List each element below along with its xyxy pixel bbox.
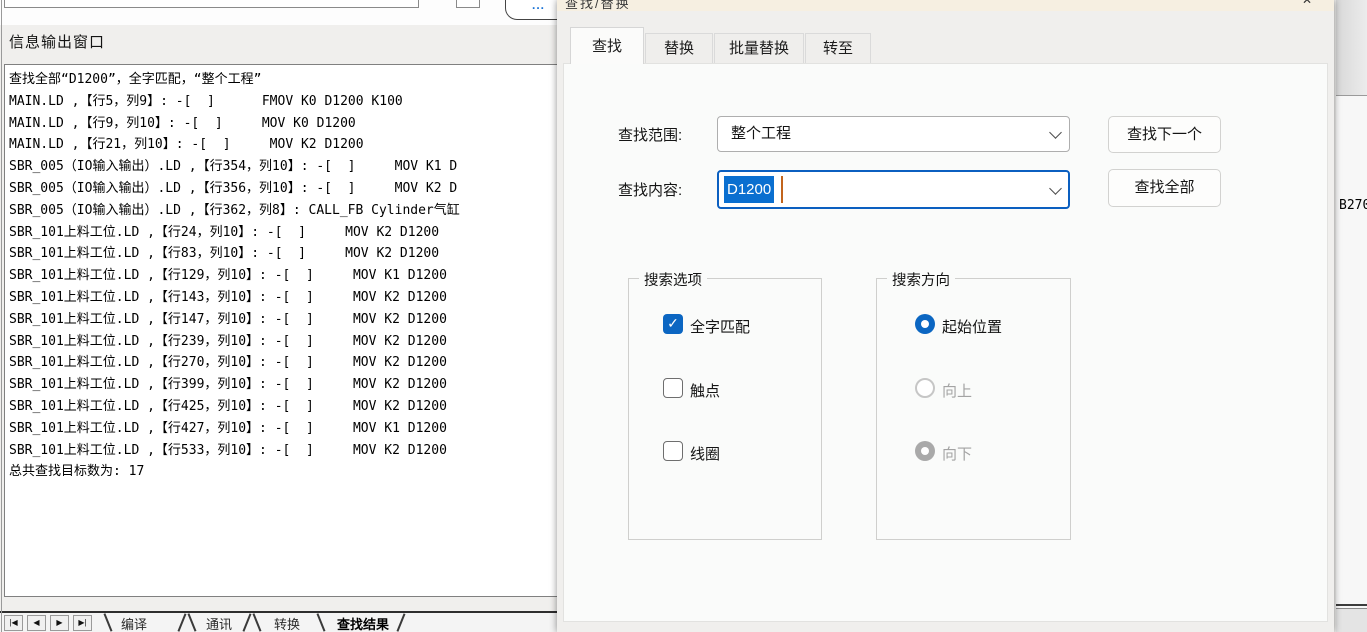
- tab-edge: [177, 613, 186, 631]
- panel-border: [1, 0, 2, 632]
- ladder-label-fragment: B270: [1339, 198, 1367, 213]
- find-content-input[interactable]: D1200: [717, 170, 1070, 209]
- background-statusbar: [1336, 609, 1367, 632]
- info-output-panel: ... 信息输出窗口 查找全部“D1200”，全字匹配，“整个工程” MAIN.…: [0, 0, 557, 632]
- search-down-label: 向下: [942, 443, 972, 464]
- tab-edge: [103, 613, 112, 631]
- list-item[interactable]: MAIN.LD ,【行5，列9】: -[ ] FMOV K0 D1200 K10…: [9, 91, 557, 113]
- find-scope-value: 整个工程: [718, 117, 1069, 151]
- dialog-titlebar[interactable]: 查找/替换 ✕: [557, 0, 1334, 11]
- tab-comm[interactable]: 通讯: [206, 614, 232, 632]
- start-position-radio[interactable]: [915, 314, 935, 334]
- divider: [1336, 95, 1367, 96]
- contact-checkbox[interactable]: [663, 378, 683, 398]
- first-page-button[interactable]: |◀: [4, 615, 23, 631]
- find-all-button[interactable]: 查找全部: [1108, 169, 1221, 207]
- toolbar-button-fragment[interactable]: [456, 0, 480, 8]
- background-editor-strip: B270: [1336, 0, 1367, 632]
- background-toolbar: [1336, 0, 1367, 95]
- list-item[interactable]: 总共查找目标数为: 17: [9, 461, 557, 483]
- tab-edge: [252, 613, 261, 631]
- list-item[interactable]: SBR_101上料工位.LD ,【行143，列10】: -[ ] MOV K2 …: [9, 287, 557, 309]
- last-page-button[interactable]: ▶|: [73, 615, 92, 631]
- search-up-label: 向上: [942, 380, 972, 401]
- list-item[interactable]: SBR_101上料工位.LD ,【行533，列10】: -[ ] MOV K2 …: [9, 440, 557, 462]
- list-item[interactable]: 查找全部“D1200”，全字匹配，“整个工程”: [9, 69, 557, 91]
- find-replace-dialog: 查找/替换 ✕ 查找 替换 批量替换 转至 查找范围: 整个工程 查找下一个 查…: [557, 0, 1334, 632]
- list-item[interactable]: SBR_101上料工位.LD ,【行399，列10】: -[ ] MOV K2 …: [9, 374, 557, 396]
- list-item[interactable]: MAIN.LD ,【行21，列10】: -[ ] MOV K2 D1200: [9, 134, 557, 156]
- list-item[interactable]: SBR_101上料工位.LD ,【行147，列10】: -[ ] MOV K2 …: [9, 309, 557, 331]
- text-caret: [781, 176, 783, 203]
- find-content-label: 查找内容:: [618, 179, 682, 200]
- search-options-title: 搜索选项: [639, 269, 707, 290]
- tab-convert[interactable]: 转换: [274, 614, 300, 632]
- find-scope-select[interactable]: 整个工程: [717, 116, 1070, 152]
- search-up-radio: [915, 378, 935, 398]
- tab-batch-replace[interactable]: 批量替换: [714, 33, 804, 64]
- coil-label: 线圈: [690, 443, 720, 464]
- tab-replace[interactable]: 替换: [645, 33, 713, 64]
- list-item[interactable]: SBR_101上料工位.LD ,【行129，列10】: -[ ] MOV K1 …: [9, 265, 557, 287]
- find-tab-panel: 查找范围: 整个工程 查找下一个 查找内容: D1200 查找全部 搜索选项 ✓…: [563, 63, 1328, 622]
- next-page-button[interactable]: ▶: [50, 615, 69, 631]
- tab-edge: [187, 613, 196, 631]
- search-down-radio: [915, 441, 935, 461]
- prev-page-button[interactable]: ◀: [27, 615, 46, 631]
- close-icon[interactable]: ✕: [1302, 0, 1312, 7]
- ellipsis-icon: ...: [532, 0, 545, 12]
- tab-edge: [242, 613, 251, 631]
- list-item[interactable]: MAIN.LD ,【行9，列10】: -[ ] MOV K0 D1200: [9, 113, 557, 135]
- list-item[interactable]: SBR_005（IO输入输出）.LD ,【行362，列8】: CALL_FB C…: [9, 200, 557, 222]
- search-direction-group: 搜索方向 起始位置 向上 向下: [876, 278, 1071, 540]
- toolbar-input-fragment[interactable]: [4, 0, 419, 8]
- tab-goto[interactable]: 转至: [805, 33, 871, 64]
- list-item[interactable]: SBR_005（IO输入输出）.LD ,【行356，列10】: -[ ] MOV…: [9, 178, 557, 200]
- output-tab-bar: |◀ ◀ ▶ ▶| 编译 通讯 转换 查找结果: [0, 613, 557, 632]
- list-item[interactable]: SBR_005（IO输入输出）.LD ,【行354，列10】: -[ ] MOV…: [9, 156, 557, 178]
- tab-edge: [316, 613, 325, 631]
- panel-title: 信息输出窗口: [9, 31, 105, 52]
- list-item[interactable]: SBR_101上料工位.LD ,【行427，列10】: -[ ] MOV K1 …: [9, 418, 557, 440]
- tab-compile[interactable]: 编译: [121, 614, 147, 632]
- start-position-label: 起始位置: [942, 316, 1002, 337]
- output-list[interactable]: 查找全部“D1200”，全字匹配，“整个工程” MAIN.LD ,【行5，列9】…: [4, 64, 557, 597]
- list-item[interactable]: SBR_101上料工位.LD ,【行83，列10】: -[ ] MOV K2 D…: [9, 243, 557, 265]
- tab-edge: [396, 613, 405, 631]
- whole-word-label: 全字匹配: [690, 316, 750, 337]
- output-lines: 查找全部“D1200”，全字匹配，“整个工程” MAIN.LD ,【行5，列9】…: [9, 69, 557, 483]
- search-options-group: 搜索选项 ✓ 全字匹配 触点 线圈: [628, 278, 822, 540]
- dialog-title: 查找/替换: [565, 0, 631, 11]
- search-direction-title: 搜索方向: [887, 269, 955, 290]
- selected-text: D1200: [724, 176, 774, 203]
- list-item[interactable]: SBR_101上料工位.LD ,【行270，列10】: -[ ] MOV K2 …: [9, 352, 557, 374]
- whole-word-checkbox[interactable]: ✓: [663, 314, 683, 334]
- chevron-down-icon: [1049, 182, 1062, 195]
- tab-find-results[interactable]: 查找结果: [337, 614, 389, 632]
- list-item[interactable]: SBR_101上料工位.LD ,【行425，列10】: -[ ] MOV K2 …: [9, 396, 557, 418]
- divider: [1336, 604, 1367, 606]
- find-scope-label: 查找范围:: [618, 124, 682, 145]
- contact-label: 触点: [690, 380, 720, 401]
- tab-find[interactable]: 查找: [570, 27, 644, 64]
- coil-checkbox[interactable]: [663, 441, 683, 461]
- toolbar-fragment: ...: [0, 0, 557, 25]
- list-item[interactable]: SBR_101上料工位.LD ,【行239，列10】: -[ ] MOV K2 …: [9, 331, 557, 353]
- find-next-button[interactable]: 查找下一个: [1108, 116, 1221, 153]
- list-item[interactable]: SBR_101上料工位.LD ,【行24，列10】: -[ ] MOV K2 D…: [9, 222, 557, 244]
